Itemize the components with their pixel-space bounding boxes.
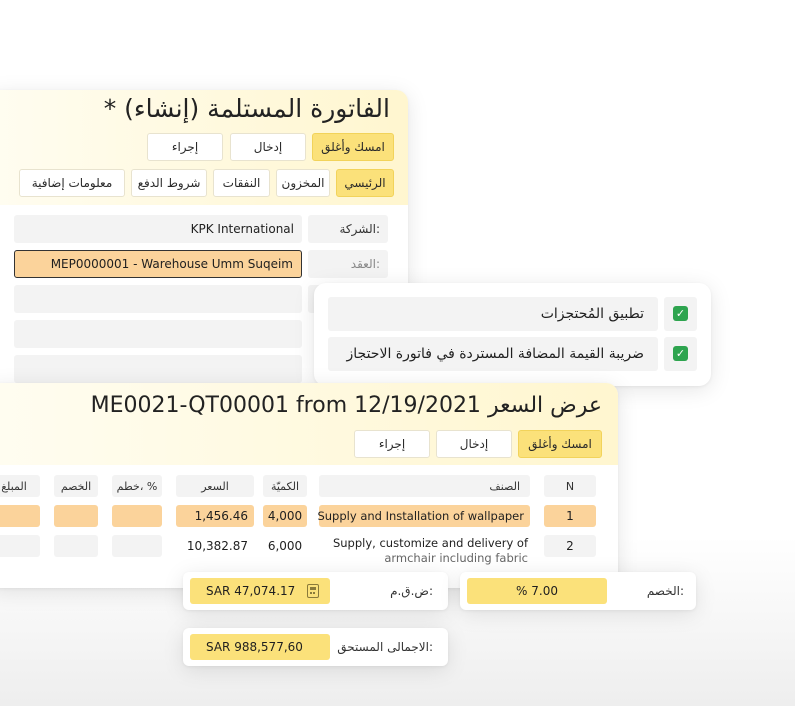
row1-n[interactable]: 1 — [544, 505, 596, 527]
vat-card: SAR 47,074.17 ض.ق.م: — [183, 572, 448, 610]
row2-n[interactable]: 2 — [544, 535, 596, 557]
row2-amount[interactable] — [0, 535, 40, 557]
option-check-cell-2[interactable]: ✓ — [664, 337, 697, 371]
enter-button[interactable]: إدخال — [230, 133, 306, 161]
row1-qty[interactable]: 4,000 — [263, 505, 307, 527]
row2-discount[interactable] — [54, 535, 98, 557]
row2-qty[interactable]: 6,000 — [263, 535, 307, 557]
tab-additional-info[interactable]: معلومات إضافية — [19, 169, 125, 197]
discount-card: % 7.00 الخصم: — [460, 572, 696, 610]
discount-value: % 7.00 — [516, 584, 558, 598]
row2-item-bg — [319, 535, 323, 557]
contract-value: MEP0000001 - Warehouse Umm Suqeim — [50, 257, 293, 271]
row2-discount-pct[interactable] — [112, 535, 162, 557]
company-field[interactable]: KPK International — [14, 215, 302, 243]
discount-label: الخصم: — [646, 584, 684, 598]
row1-discount[interactable] — [54, 505, 98, 527]
company-label: الشركة: — [339, 222, 380, 236]
option-text-cell-1: تطبيق المُحتجزات — [328, 297, 658, 331]
option-label-vat-retention: ضريبة القيمة المضافة المستردة في فاتورة … — [346, 346, 644, 362]
row2-item[interactable]: Supply, customize and delivery of armcha… — [319, 533, 530, 569]
vat-value: SAR 47,074.17 — [206, 584, 296, 598]
option-label-retention: تطبيق المُحتجزات — [540, 306, 644, 322]
row2-item-line1: Supply, customize and delivery of — [332, 536, 528, 550]
row1-item[interactable]: Supply and Installation of wallpaper — [317, 505, 530, 527]
col-header-n: N — [544, 475, 596, 497]
col-header-discount-pct: خطم، % — [112, 475, 162, 497]
quote-title: ME0021-QT00001 from 12/19/2021 عرض السعر — [90, 393, 602, 418]
quote-enter-button[interactable]: إدخال — [436, 430, 512, 458]
calculator-icon[interactable] — [307, 584, 319, 598]
tab-payment-terms[interactable]: شروط الدفع — [131, 169, 207, 197]
quote-action-button[interactable]: إجراء — [354, 430, 430, 458]
contract-field[interactable]: MEP0000001 - Warehouse Umm Suqeim — [14, 250, 302, 278]
empty-field-1[interactable] — [14, 285, 302, 313]
tab-expenses[interactable]: النفقات — [213, 169, 270, 197]
row1-amount[interactable] — [0, 505, 40, 527]
row1-discount-pct[interactable] — [112, 505, 162, 527]
col-header-qty: الكميّة — [263, 475, 307, 497]
col-header-price: السعر — [176, 475, 254, 497]
col-header-item: الصنف — [319, 475, 530, 497]
action-button[interactable]: إجراء — [147, 133, 223, 161]
contract-label: العقد: — [350, 257, 380, 271]
empty-field-2[interactable] — [14, 320, 302, 348]
col-header-amount: المبلغ — [0, 475, 40, 497]
checkbox-checked-icon[interactable]: ✓ — [673, 306, 688, 321]
options-card: تطبيق المُحتجزات ✓ ضريبة القيمة المضافة … — [314, 283, 711, 386]
tab-main[interactable]: الرئيسي — [336, 169, 394, 197]
row2-item-line2: armchair including fabric — [384, 551, 528, 565]
save-close-button[interactable]: امسك وأغلق — [312, 133, 394, 161]
discount-field[interactable]: % 7.00 — [467, 578, 607, 604]
company-value: KPK International — [190, 222, 294, 236]
total-label: الاجمالى المستحق: — [337, 640, 433, 654]
invoice-title: الفاتورة المستلمة (إنشاء) * — [103, 94, 390, 123]
option-check-cell-1[interactable]: ✓ — [664, 297, 697, 331]
total-value: SAR 988,577,60 — [206, 640, 303, 654]
row2-price[interactable]: 10,382.87 — [176, 535, 254, 557]
total-card: SAR 988,577,60 الاجمالى المستحق: — [183, 628, 448, 666]
total-field[interactable]: SAR 988,577,60 — [190, 634, 330, 660]
col-header-discount: الخصم — [54, 475, 98, 497]
checkbox-checked-icon[interactable]: ✓ — [673, 346, 688, 361]
quote-save-close-button[interactable]: امسك وأغلق — [518, 430, 602, 458]
empty-field-3[interactable] — [14, 355, 302, 383]
quote-card: ME0021-QT00001 from 12/19/2021 عرض السعر… — [0, 383, 618, 588]
vat-label: ض.ق.م: — [390, 584, 433, 598]
option-text-cell-2: ضريبة القيمة المضافة المستردة في فاتورة … — [328, 337, 658, 371]
tab-inventory[interactable]: المخزون — [276, 169, 330, 197]
row1-price[interactable]: 1,456.46 — [176, 505, 254, 527]
